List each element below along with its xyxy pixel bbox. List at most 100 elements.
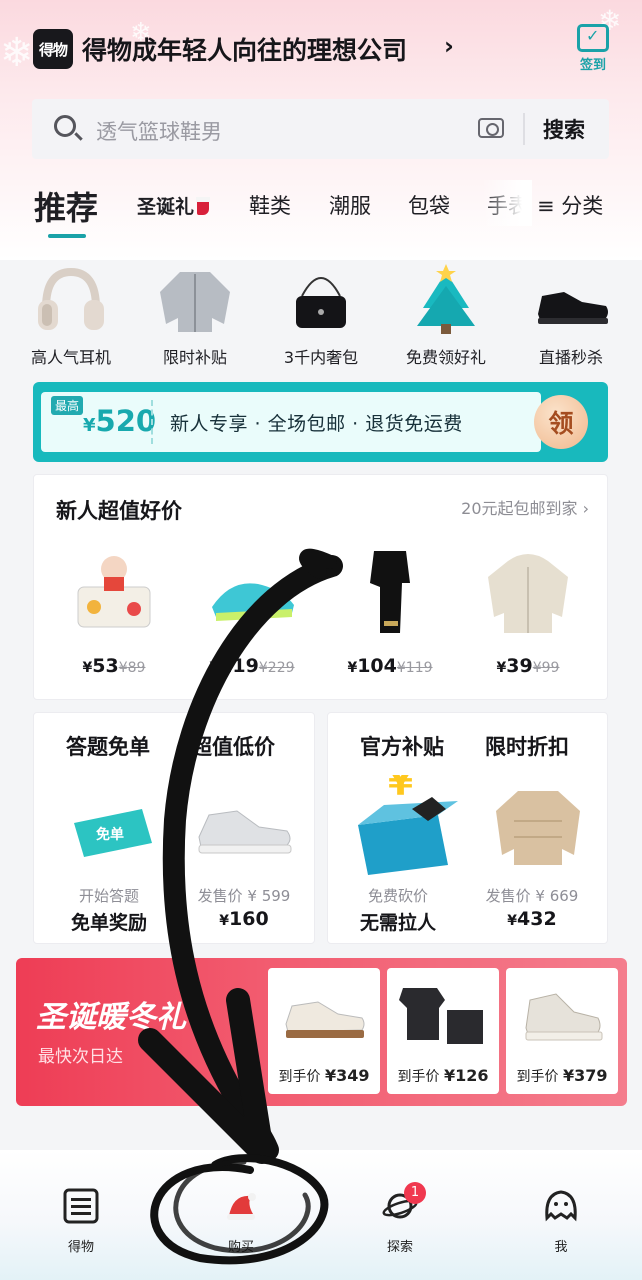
original-price: 229: [267, 660, 295, 676]
category-item-luxury-bag[interactable]: [266, 262, 376, 338]
active-tab-indicator: [48, 234, 86, 238]
bottom-nav: 得物 购买 1 探索 我: [0, 1150, 642, 1280]
low-price-amount: 160: [229, 908, 269, 930]
newcomer-product[interactable]: [458, 547, 598, 637]
search-divider: [523, 113, 525, 145]
newcomer-product[interactable]: [44, 547, 184, 637]
newcomer-price: ¥39¥99: [458, 655, 598, 677]
limited-discount-heading[interactable]: 限时折扣: [485, 731, 569, 761]
free-ticket-icon: 免单: [68, 803, 158, 863]
app-logo[interactable]: 得物: [33, 29, 73, 69]
nav-me[interactable]: 我: [516, 1188, 606, 1255]
profile-icon: [543, 1188, 579, 1224]
price-value: ¥126: [443, 1066, 489, 1085]
newcomer-title: 新人超值好价: [56, 499, 182, 523]
feature-card-right[interactable]: 官方补贴 限时折扣 ¥ 免费砍价 发售价 ¥ 669 无需拉人 ¥432: [327, 712, 608, 944]
tab-apparel[interactable]: 潮服: [329, 190, 371, 220]
currency-symbol: ¥: [496, 660, 507, 676]
scarf-icon: [340, 547, 440, 637]
newcomer-deals-card[interactable]: 新人超值好价 20元起包邮到家 › ¥53¥89 ¥219¥229 ¥104¥1…: [33, 474, 608, 700]
sneaker-icon: [528, 262, 614, 338]
category-label: 直播秒杀: [538, 348, 603, 367]
hoodie-icon: [478, 547, 578, 637]
stocking-icon: [196, 197, 211, 215]
release-price: 发售价 ¥ 669: [485, 887, 579, 905]
christmas-title: 圣诞暖冬礼: [36, 1000, 186, 1035]
category-item-headphones[interactable]: [16, 262, 126, 338]
home-logo-icon: [63, 1188, 99, 1224]
currency-symbol: ¥: [209, 660, 220, 676]
christmas-subtitle: 最快次日达: [38, 1047, 123, 1067]
category-item-live-sale[interactable]: [516, 262, 626, 338]
quiz-free-order-heading[interactable]: 答题免单: [66, 731, 150, 761]
price-prefix: 到手价: [397, 1069, 440, 1085]
currency-symbol: ¥: [82, 660, 93, 676]
nav-label: 我: [554, 1240, 568, 1255]
discount-price-value: ¥432: [462, 908, 602, 930]
christmas-price: 到手价 ¥349: [268, 1066, 380, 1086]
category-label: 高人气耳机: [30, 348, 111, 367]
pajama-set-icon: [397, 980, 489, 1050]
currency-symbol: ¥: [532, 660, 542, 676]
currency-symbol: ¥: [118, 660, 128, 676]
christmas-price: 到手价 ¥126: [387, 1066, 499, 1086]
category-label: 免费领好礼: [405, 348, 486, 367]
christmas-price: 到手价 ¥379: [506, 1066, 618, 1086]
nav-buy[interactable]: 购买: [196, 1188, 286, 1255]
calendar-check-icon: [577, 24, 609, 52]
newcomer-price: ¥219¥229: [182, 655, 322, 677]
category-item-free-gift[interactable]: [391, 262, 501, 338]
newcomer-coupon-banner[interactable]: 最高 ¥520 新人专享 · 全场包邮 · 退货免运费 领: [33, 382, 608, 462]
christmas-banner[interactable]: 圣诞暖冬礼 最快次日达 到手价 ¥349 到手价 ¥126 到手价 ¥379: [16, 958, 627, 1106]
nav-explore[interactable]: 1 探索: [355, 1182, 445, 1255]
snowflake-icon: ❄: [0, 30, 34, 76]
chevron-right-icon[interactable]: ›: [444, 32, 454, 60]
tab-christmas[interactable]: 圣诞礼: [137, 192, 211, 219]
sale-price: 219: [219, 655, 259, 677]
coupon-text: 新人专享 · 全场包邮 · 退货免运费: [170, 413, 463, 435]
free-ticket-text: 免单: [96, 826, 124, 843]
camera-icon[interactable]: [478, 118, 504, 138]
sale-price: 39: [506, 655, 533, 677]
nav-home[interactable]: 得物: [36, 1188, 126, 1255]
coupon-amount: ¥520: [83, 404, 156, 438]
search-bar[interactable]: 透气篮球鞋男 搜索: [32, 99, 609, 159]
toy-figure-icon: [64, 547, 164, 637]
bargain-value: 无需拉人: [359, 912, 436, 934]
currency-symbol: ¥: [347, 660, 358, 676]
handbag-icon: [278, 262, 364, 338]
jacket-icon: [152, 262, 238, 338]
tab-recommend[interactable]: 推荐: [34, 183, 98, 229]
christmas-product[interactable]: 到手价 ¥379: [506, 968, 618, 1094]
search-input[interactable]: 透气篮球鞋男: [96, 116, 222, 146]
category-item-subsidy[interactable]: [140, 262, 250, 338]
search-button[interactable]: 搜索: [543, 114, 585, 144]
tabs-fade: [482, 180, 532, 226]
search-icon: [54, 115, 76, 137]
sneaker-icon: [278, 980, 370, 1050]
signin-button[interactable]: 签到: [573, 24, 613, 74]
category-label: 3千内奢包: [283, 348, 359, 367]
newcomer-product[interactable]: [182, 547, 322, 637]
currency-symbol: ¥: [258, 660, 268, 676]
coupon-amount-value: 520: [95, 404, 157, 438]
christmas-product[interactable]: 到手价 ¥126: [387, 968, 499, 1094]
down-jacket-icon: [488, 785, 588, 869]
coupon-max-label: 最高: [51, 396, 84, 415]
value-low-price-heading[interactable]: 超值低价: [191, 731, 275, 761]
price-prefix: 到手价: [278, 1069, 321, 1085]
newcomer-product[interactable]: [320, 547, 460, 637]
newcomer-link[interactable]: 20元起包邮到家 ›: [461, 495, 589, 519]
header-title[interactable]: 得物成年轻人向往的理想公司: [82, 31, 407, 67]
nav-label: 得物: [67, 1240, 94, 1255]
sale-price: 104: [357, 655, 397, 677]
christmas-product[interactable]: 到手价 ¥349: [268, 968, 380, 1094]
category-button[interactable]: ≡ 分类: [537, 190, 603, 220]
claim-button[interactable]: 领: [534, 395, 588, 449]
tab-shoes[interactable]: 鞋类: [249, 190, 291, 220]
feature-card-left[interactable]: 答题免单 超值低价 免单 开始答题 发售价 ¥ 599 免单奖励 ¥160: [33, 712, 315, 944]
tab-bags[interactable]: 包袋: [408, 190, 450, 220]
official-subsidy-heading[interactable]: 官方补贴: [360, 731, 444, 761]
discount-price-amount: 432: [517, 908, 557, 930]
sneaker-icon: [189, 793, 299, 863]
